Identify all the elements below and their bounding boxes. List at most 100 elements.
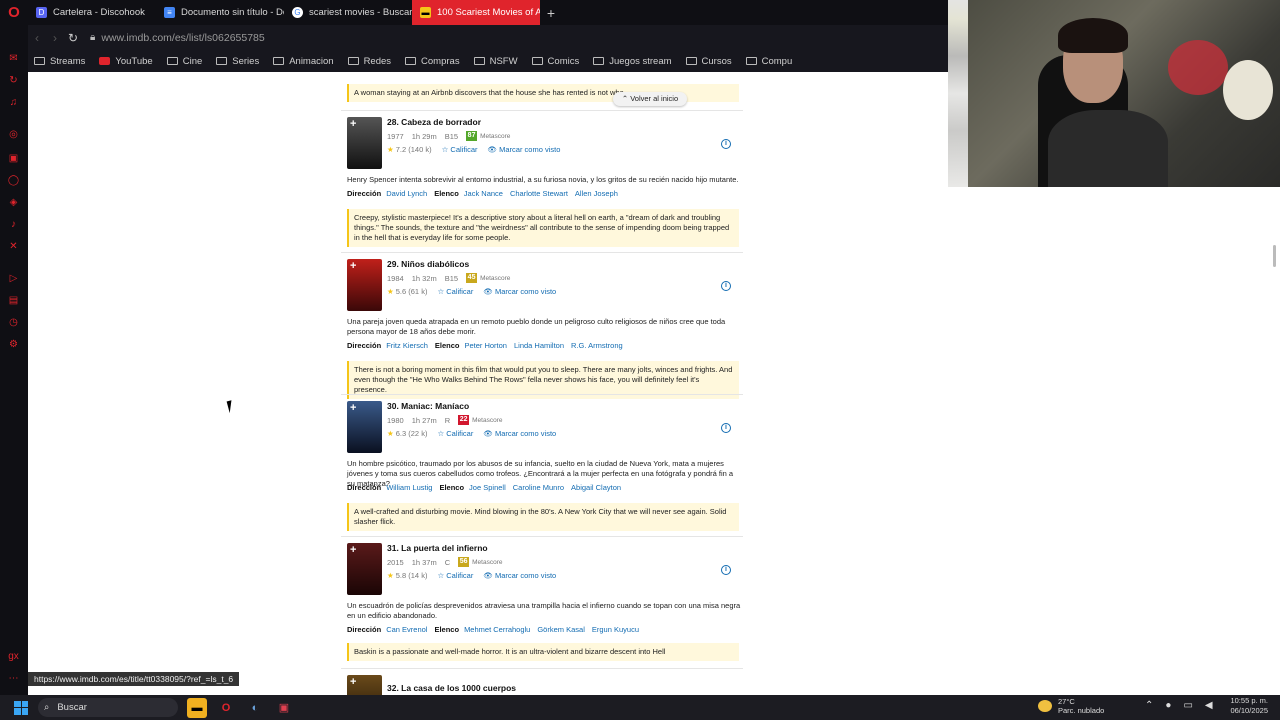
- add-watchlist-icon[interactable]: +: [350, 402, 356, 414]
- movie-poster[interactable]: +: [347, 117, 382, 169]
- tab-google-search[interactable]: Gscariest movies - Buscar: [284, 0, 412, 25]
- rate-button[interactable]: ☆ Calificar: [442, 145, 478, 154]
- movie-credits: Dirección David Lynch Elenco Jack Nance Char…: [347, 189, 618, 198]
- folder-icon: [216, 57, 228, 65]
- history-icon[interactable]: ↻: [7, 75, 20, 86]
- mark-seen-button[interactable]: 👁︎ Marcar como visto: [483, 287, 556, 296]
- add-watchlist-icon[interactable]: +: [350, 118, 356, 130]
- chevron-up-icon[interactable]: ⌃: [1145, 700, 1153, 711]
- bookmark-animacion[interactable]: Animacion: [273, 56, 334, 67]
- instagram-icon[interactable]: ▣: [7, 153, 20, 164]
- google-icon: G: [292, 7, 303, 18]
- url-field[interactable]: www.imdb.com/es/list/ls062655785: [101, 32, 264, 44]
- instagram-alt-icon[interactable]: ◈: [7, 197, 20, 208]
- reload-icon[interactable]: ↻: [64, 31, 82, 45]
- network-icon[interactable]: ▭: [1183, 700, 1192, 711]
- system-tray: ⌃ ● ▭ ◀: [1145, 700, 1225, 711]
- separator: [341, 394, 743, 395]
- movie-title[interactable]: 28. Cabeza de borrador: [387, 117, 481, 127]
- rate-button[interactable]: ☆ Calificar: [437, 429, 473, 438]
- movie-title[interactable]: 29. Niños diabólicos: [387, 259, 469, 269]
- movie-poster[interactable]: +: [347, 259, 382, 311]
- back-icon[interactable]: ‹: [28, 31, 46, 45]
- weather-widget[interactable]: 27°C Parc. nublado: [1038, 697, 1104, 715]
- movie-rating: ★ 7.2 (140 k) ☆ Calificar 👁︎ Marcar como vi…: [387, 145, 561, 154]
- forward-icon[interactable]: ›: [46, 31, 64, 45]
- separator: [341, 252, 743, 253]
- browser-sidebar: ✉ ↻ ♫ ◎ ▣ ◯ ◈ ♪ ✕ ▷ ▤ ◷ ⚙ gx ⋯: [0, 25, 28, 695]
- player-icon[interactable]: ▷: [7, 273, 20, 284]
- rate-button[interactable]: ☆ Calificar: [437, 287, 473, 296]
- add-watchlist-icon[interactable]: +: [350, 544, 356, 556]
- bookmark-streams[interactable]: Streams: [34, 56, 85, 67]
- mark-seen-button[interactable]: 👁︎ Marcar como visto: [488, 145, 561, 154]
- movie-title[interactable]: 31. La puerta del infierno: [387, 543, 488, 553]
- tiktok-icon[interactable]: ♪: [7, 219, 20, 230]
- discord-icon: D: [36, 7, 47, 18]
- bookmark-juegos-stream[interactable]: Juegos stream: [593, 56, 672, 67]
- bookmark-cine[interactable]: Cine: [166, 56, 202, 67]
- info-icon[interactable]: i: [721, 565, 731, 575]
- movie-title[interactable]: 32. La casa de los 1000 cuerpos: [387, 683, 516, 693]
- steam-icon[interactable]: ◐: [245, 698, 265, 718]
- add-watchlist-icon[interactable]: +: [350, 260, 356, 272]
- new-tab-button[interactable]: +: [540, 5, 562, 21]
- taskbar-search[interactable]: ⌕ Buscar: [38, 698, 178, 717]
- scrollbar-thumb[interactable]: [1273, 245, 1276, 267]
- info-icon[interactable]: i: [721, 139, 731, 149]
- bookmark-comics[interactable]: Comics: [531, 56, 579, 67]
- x-icon[interactable]: ✕: [7, 241, 20, 252]
- lock-icon[interactable]: 🔒︎: [90, 32, 95, 43]
- aria-icon[interactable]: ◎: [7, 129, 20, 140]
- mark-seen-button[interactable]: 👁︎ Marcar como visto: [483, 429, 556, 438]
- search-icon: ⌕: [44, 702, 50, 713]
- rate-button[interactable]: ☆ Calificar: [437, 571, 473, 580]
- folder-icon: [531, 57, 543, 65]
- movie-poster[interactable]: +: [347, 543, 382, 595]
- opera-taskbar-icon[interactable]: O: [216, 698, 236, 718]
- tab-imdb[interactable]: ▬ 100 Scariest Movies of Al: [412, 0, 540, 25]
- windows-start-icon[interactable]: [14, 700, 28, 715]
- folder-icon: [685, 57, 697, 65]
- bookmark-cursos[interactable]: Cursos: [685, 56, 732, 67]
- whatsapp-icon[interactable]: ◯: [7, 175, 20, 186]
- add-watchlist-icon[interactable]: +: [350, 676, 356, 688]
- mark-seen-button[interactable]: 👁︎ Marcar como visto: [483, 571, 556, 580]
- movie-meta: 2015 1h 37m C 56 Metascore: [387, 557, 503, 567]
- movie-title[interactable]: 30. Maniac: Maníaco: [387, 401, 469, 411]
- file-explorer-icon[interactable]: ▬: [187, 697, 207, 718]
- separator: [341, 668, 743, 669]
- bookmark-compras[interactable]: Compras: [405, 56, 460, 67]
- more-icon[interactable]: ⋯: [7, 673, 20, 684]
- info-icon[interactable]: i: [721, 423, 731, 433]
- bookmark-series[interactable]: Series: [216, 56, 259, 67]
- folder-icon: [473, 57, 485, 65]
- movie-credits: Dirección Can Evrenol Elenco Mehmet Cerraho…: [347, 625, 639, 634]
- tab-google-docs[interactable]: ≡ Documento sin título - Do: [156, 0, 284, 25]
- app-icon[interactable]: ▣: [274, 698, 294, 718]
- volume-icon[interactable]: ◀: [1205, 700, 1213, 711]
- gx-icon[interactable]: gx: [7, 651, 20, 662]
- bookmark-compu[interactable]: Compu: [745, 56, 792, 67]
- back-to-top-button[interactable]: ⌃ Volver al inicio: [613, 92, 687, 106]
- movie-item-31: + 31. La puerta del infierno 2015 1h 37m C…: [341, 543, 743, 673]
- movie-description: Henry Spencer intenta sobrevivir al ento…: [347, 175, 739, 184]
- movie-item-32: + 32. La casa de los 1000 cuerpos: [341, 675, 743, 695]
- bookmark-youtube[interactable]: YouTube: [99, 56, 153, 67]
- movie-poster[interactable]: +: [347, 401, 382, 453]
- messenger-icon[interactable]: ✉: [7, 53, 20, 64]
- bookmark-redes[interactable]: Redes: [347, 56, 391, 67]
- opera-logo-icon[interactable]: O: [0, 0, 28, 25]
- settings-icon[interactable]: ⚙: [7, 339, 20, 350]
- info-icon[interactable]: i: [721, 281, 731, 291]
- movie-poster[interactable]: +: [347, 675, 382, 695]
- status-url: https://www.imdb.com/es/title/tt0338095/…: [28, 672, 240, 686]
- music-icon[interactable]: ♫: [7, 97, 20, 108]
- tab-bar: O D Cartelera - Discohook ≡ Documento sin …: [0, 0, 948, 25]
- bookmark-nsfw[interactable]: NSFW: [473, 56, 518, 67]
- wallet-icon[interactable]: ▤: [7, 295, 20, 306]
- clock-icon[interactable]: ◷: [7, 317, 20, 328]
- clock[interactable]: 10:55 p. m. 06/10/2025: [1222, 696, 1268, 716]
- tab-discohook[interactable]: D Cartelera - Discohook: [28, 0, 156, 25]
- microphone-icon[interactable]: ●: [1165, 700, 1171, 711]
